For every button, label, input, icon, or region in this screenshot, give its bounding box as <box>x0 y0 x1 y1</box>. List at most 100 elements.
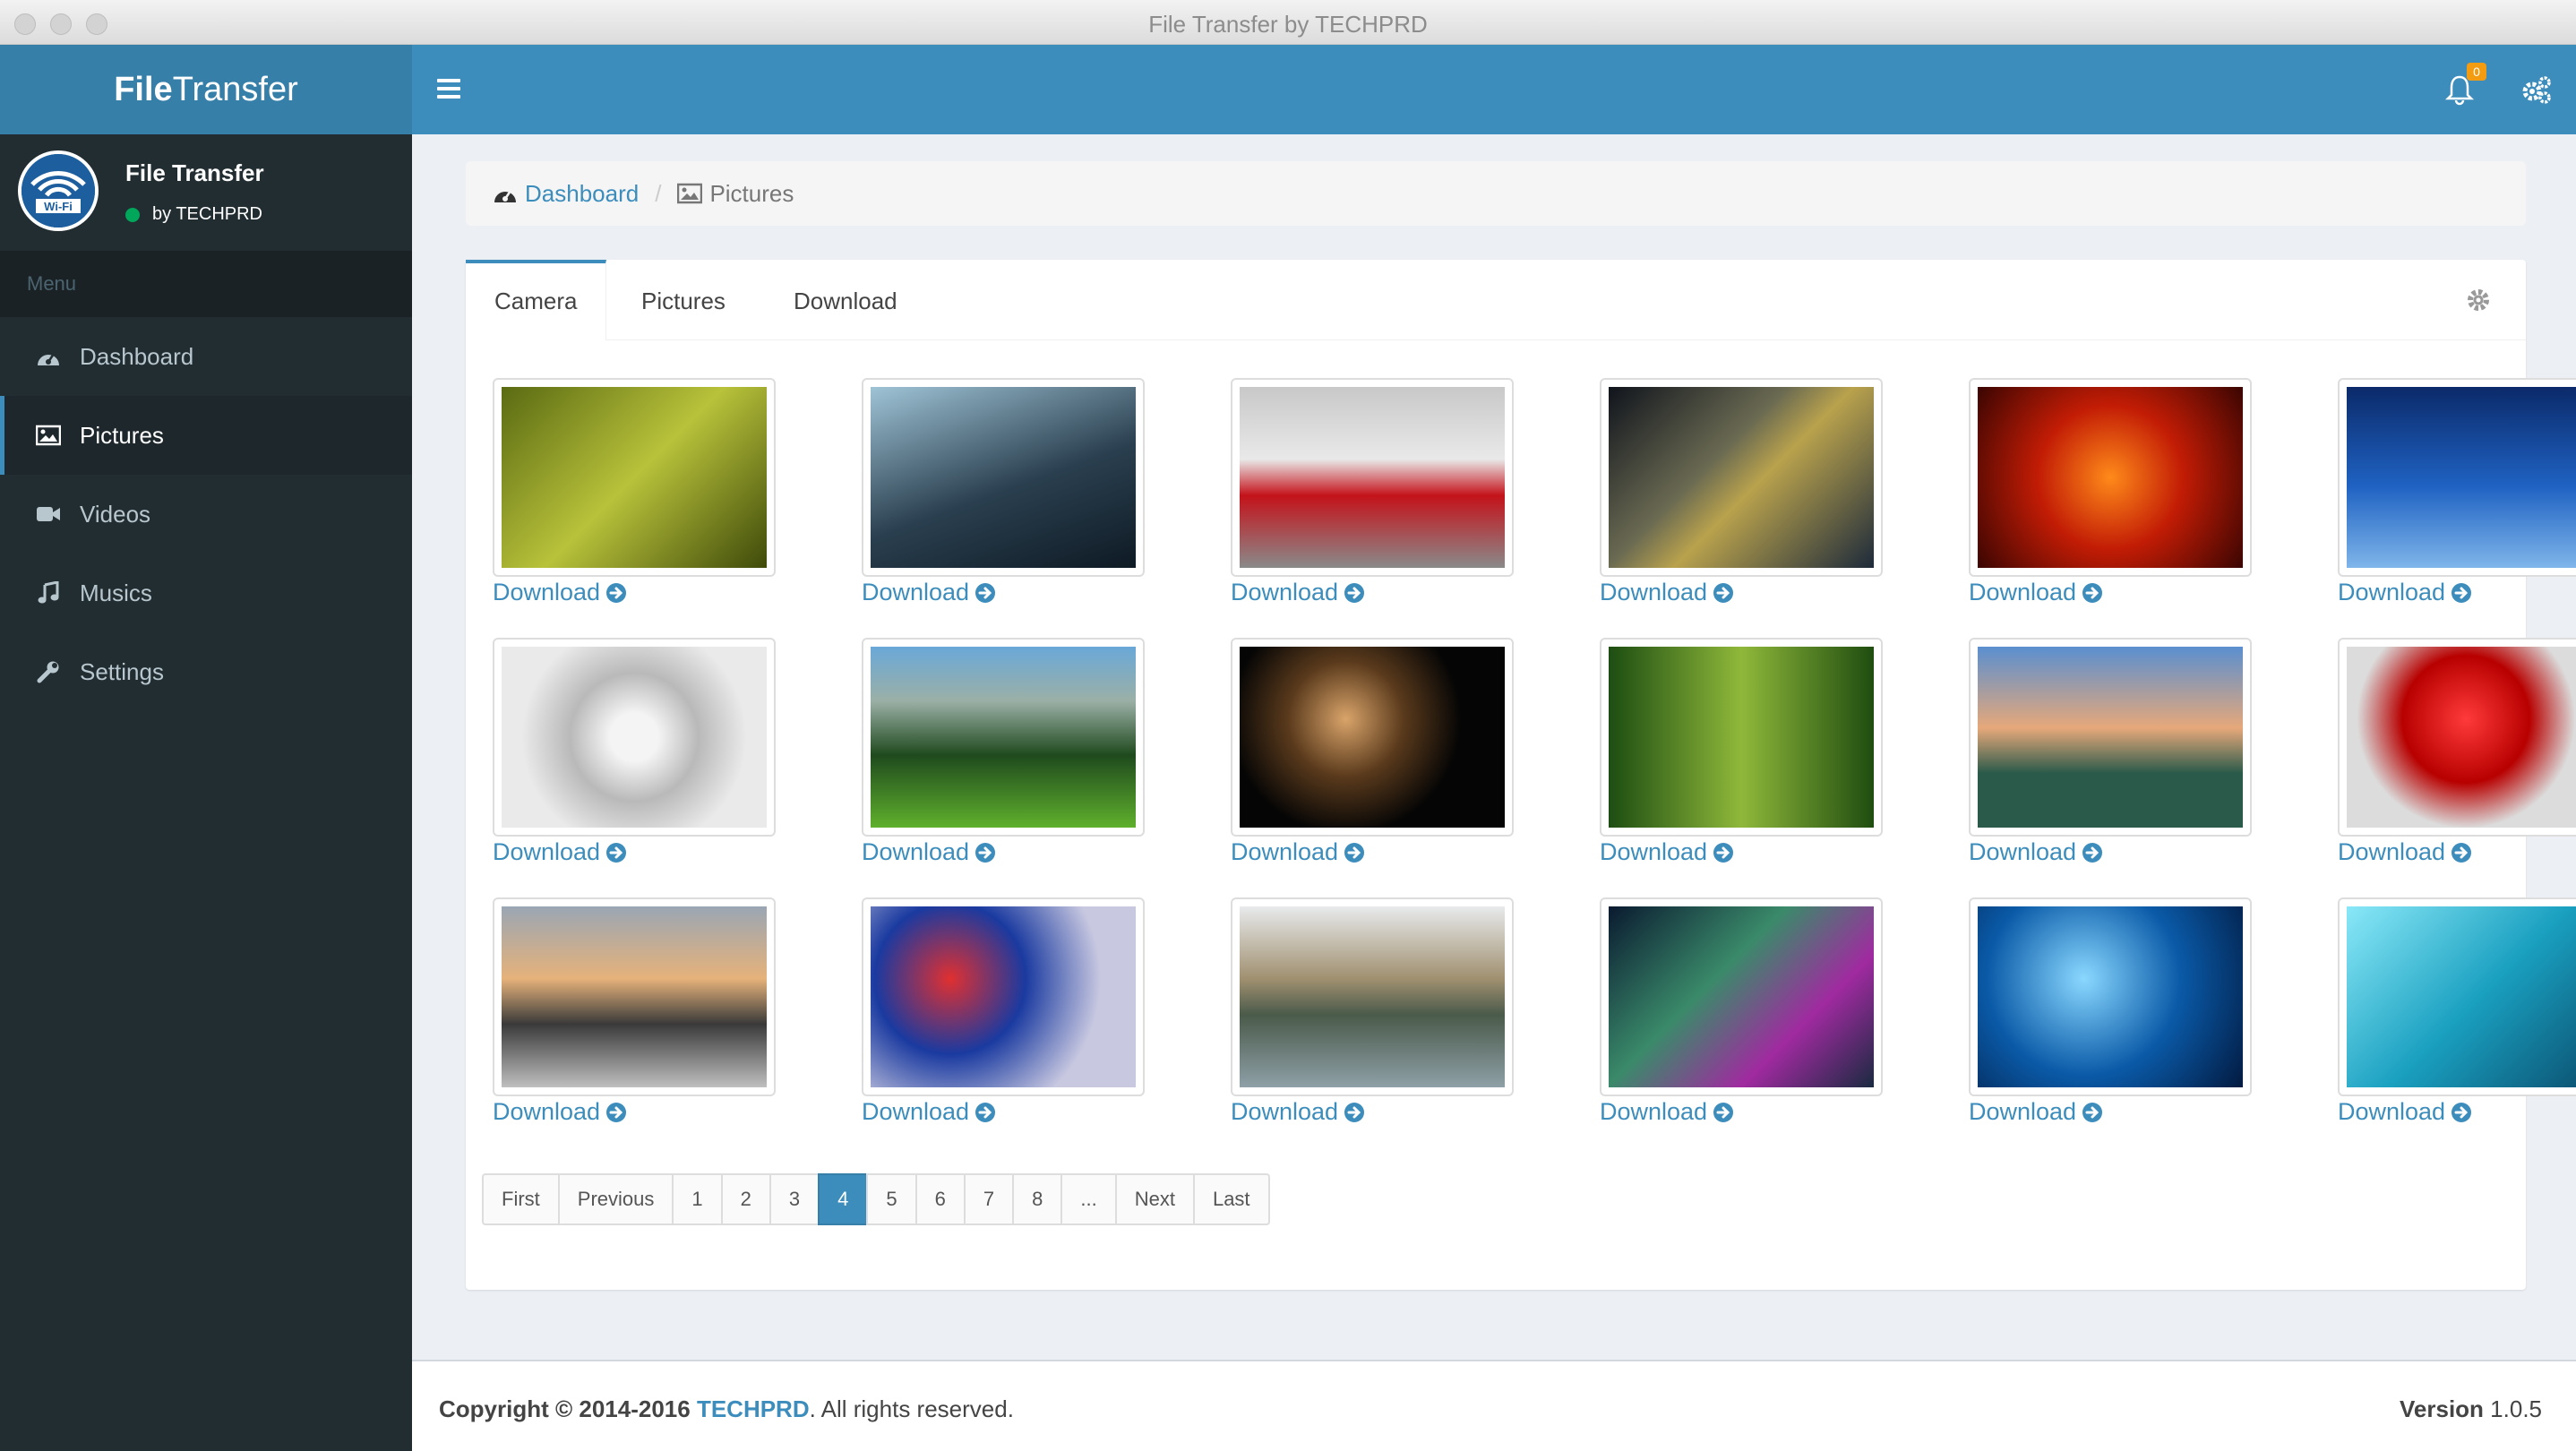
dashboard-icon <box>494 190 516 202</box>
download-label: Download <box>1600 1098 1708 1125</box>
page-1-button[interactable]: 1 <box>672 1173 723 1225</box>
picture-icon <box>677 183 703 204</box>
sidebar-item-settings[interactable]: Settings <box>0 632 412 711</box>
picture-image <box>1240 387 1505 568</box>
picture-thumbnail[interactable] <box>862 638 1145 837</box>
page-8-button[interactable]: 8 <box>1012 1173 1063 1225</box>
company-link[interactable]: TECHPRD <box>697 1395 810 1422</box>
download-link[interactable]: Download <box>862 579 996 606</box>
arrow-circle-right-icon <box>2451 1102 2472 1122</box>
page-6-button[interactable]: 6 <box>914 1173 966 1225</box>
arrow-circle-right-icon <box>1344 582 1365 603</box>
wifi-logo-icon: Wi-Fi <box>21 154 95 228</box>
picture-thumbnail[interactable] <box>1600 897 1883 1096</box>
sidebar-item-label: Pictures <box>80 421 164 449</box>
arrow-circle-right-icon <box>2451 582 2472 603</box>
app-subtitle: by TECHPRD <box>152 204 262 224</box>
download-label: Download <box>1969 1098 2077 1125</box>
gear-icon[interactable] <box>2467 288 2490 312</box>
picture-icon <box>35 422 62 449</box>
last-page-button[interactable]: Last <box>1192 1173 1270 1225</box>
sidebar-item-pictures[interactable]: Pictures <box>0 396 412 475</box>
picture-thumbnail[interactable] <box>1231 378 1514 577</box>
tab-bar: Camera Pictures Download <box>466 260 2526 340</box>
hamburger-menu-icon[interactable] <box>437 79 460 99</box>
wrench-icon <box>35 658 62 685</box>
next-page-button[interactable]: Next <box>1114 1173 1195 1225</box>
avatar: Wi-Fi <box>18 150 99 231</box>
picture-image <box>1240 906 1505 1087</box>
picture-thumbnail[interactable] <box>1600 638 1883 837</box>
arrow-circle-right-icon <box>1344 1102 1365 1122</box>
download-link[interactable]: Download <box>1600 579 1734 606</box>
download-link[interactable]: Download <box>493 579 627 606</box>
copyright-label: Copyright © 2014-2016 <box>439 1395 697 1422</box>
sidebar-item-label: Videos <box>80 500 151 528</box>
logo-light: Transfer <box>172 71 298 108</box>
download-link[interactable]: Download <box>1969 579 2103 606</box>
arrow-circle-right-icon <box>975 582 996 603</box>
picture-thumbnail[interactable] <box>1600 378 1883 577</box>
download-label: Download <box>862 579 970 605</box>
picture-thumbnail[interactable] <box>493 378 776 577</box>
download-label: Download <box>493 838 601 865</box>
download-link[interactable]: Download <box>493 1098 627 1126</box>
page-7-button[interactable]: 7 <box>963 1173 1015 1225</box>
window-title: File Transfer by TECHPRD <box>1148 11 1428 38</box>
sidebar-item-dashboard[interactable]: Dashboard <box>0 317 412 396</box>
picture-thumbnail[interactable] <box>493 638 776 837</box>
download-label: Download <box>862 838 970 865</box>
download-label: Download <box>493 1098 601 1125</box>
picture-thumbnail[interactable] <box>862 897 1145 1096</box>
arrow-circle-right-icon <box>2082 582 2103 603</box>
download-link[interactable]: Download <box>1231 838 1365 866</box>
picture-thumbnail[interactable] <box>2338 638 2576 837</box>
version-label: Version <box>2400 1395 2484 1422</box>
picture-image <box>2347 387 2576 568</box>
breadcrumb-home-label: Dashboard <box>525 179 640 207</box>
sidebar-item-videos[interactable]: Videos <box>0 475 412 554</box>
download-link[interactable]: Download <box>1231 579 1365 606</box>
tab-camera[interactable]: Camera <box>466 260 607 340</box>
download-link[interactable]: Download <box>862 838 996 866</box>
version-number: 1.0.5 <box>2490 1395 2542 1422</box>
previous-page-button[interactable]: Previous <box>557 1173 674 1225</box>
picture-thumbnail[interactable] <box>1969 638 2252 837</box>
download-link[interactable]: Download <box>1969 838 2103 866</box>
picture-image <box>502 387 767 568</box>
download-link[interactable]: Download <box>2338 1098 2472 1126</box>
page-3-button[interactable]: 3 <box>769 1173 820 1225</box>
picture-thumbnail[interactable] <box>1969 378 2252 577</box>
gears-icon[interactable] <box>2520 73 2553 106</box>
picture-thumbnail[interactable] <box>1969 897 2252 1096</box>
download-link[interactable]: Download <box>2338 579 2472 606</box>
download-link[interactable]: Download <box>1600 1098 1734 1126</box>
picture-thumbnail[interactable] <box>493 897 776 1096</box>
page-5-button[interactable]: 5 <box>866 1173 917 1225</box>
breadcrumb-dashboard-link[interactable]: Dashboard <box>493 180 639 208</box>
picture-thumbnail[interactable] <box>2338 897 2576 1096</box>
download-link[interactable]: Download <box>1231 1098 1365 1126</box>
top-header: 0 <box>412 45 2576 134</box>
download-link[interactable]: Download <box>1600 838 1734 866</box>
sidebar-item-musics[interactable]: Musics <box>0 554 412 632</box>
download-link[interactable]: Download <box>862 1098 996 1126</box>
picture-image <box>502 906 767 1087</box>
tab-pictures[interactable]: Pictures <box>613 260 754 340</box>
download-link[interactable]: Download <box>1969 1098 2103 1126</box>
page-2-button[interactable]: 2 <box>720 1173 771 1225</box>
arrow-circle-right-icon <box>975 1102 996 1122</box>
arrow-circle-right-icon <box>2082 842 2103 863</box>
first-page-button[interactable]: First <box>482 1173 560 1225</box>
page-4-button[interactable]: 4 <box>818 1173 869 1225</box>
download-link[interactable]: Download <box>2338 838 2472 866</box>
tab-download[interactable]: Download <box>765 260 926 340</box>
picture-thumbnail[interactable] <box>1231 897 1514 1096</box>
app-logo[interactable]: FileTransfer <box>0 45 412 134</box>
download-link[interactable]: Download <box>493 838 627 866</box>
footer: Copyright © 2014-2016 TECHPRD. All right… <box>412 1360 2576 1451</box>
picture-thumbnail[interactable] <box>862 378 1145 577</box>
picture-thumbnail[interactable] <box>2338 378 2576 577</box>
picture-thumbnail[interactable] <box>1231 638 1514 837</box>
picture-image <box>871 647 1136 828</box>
